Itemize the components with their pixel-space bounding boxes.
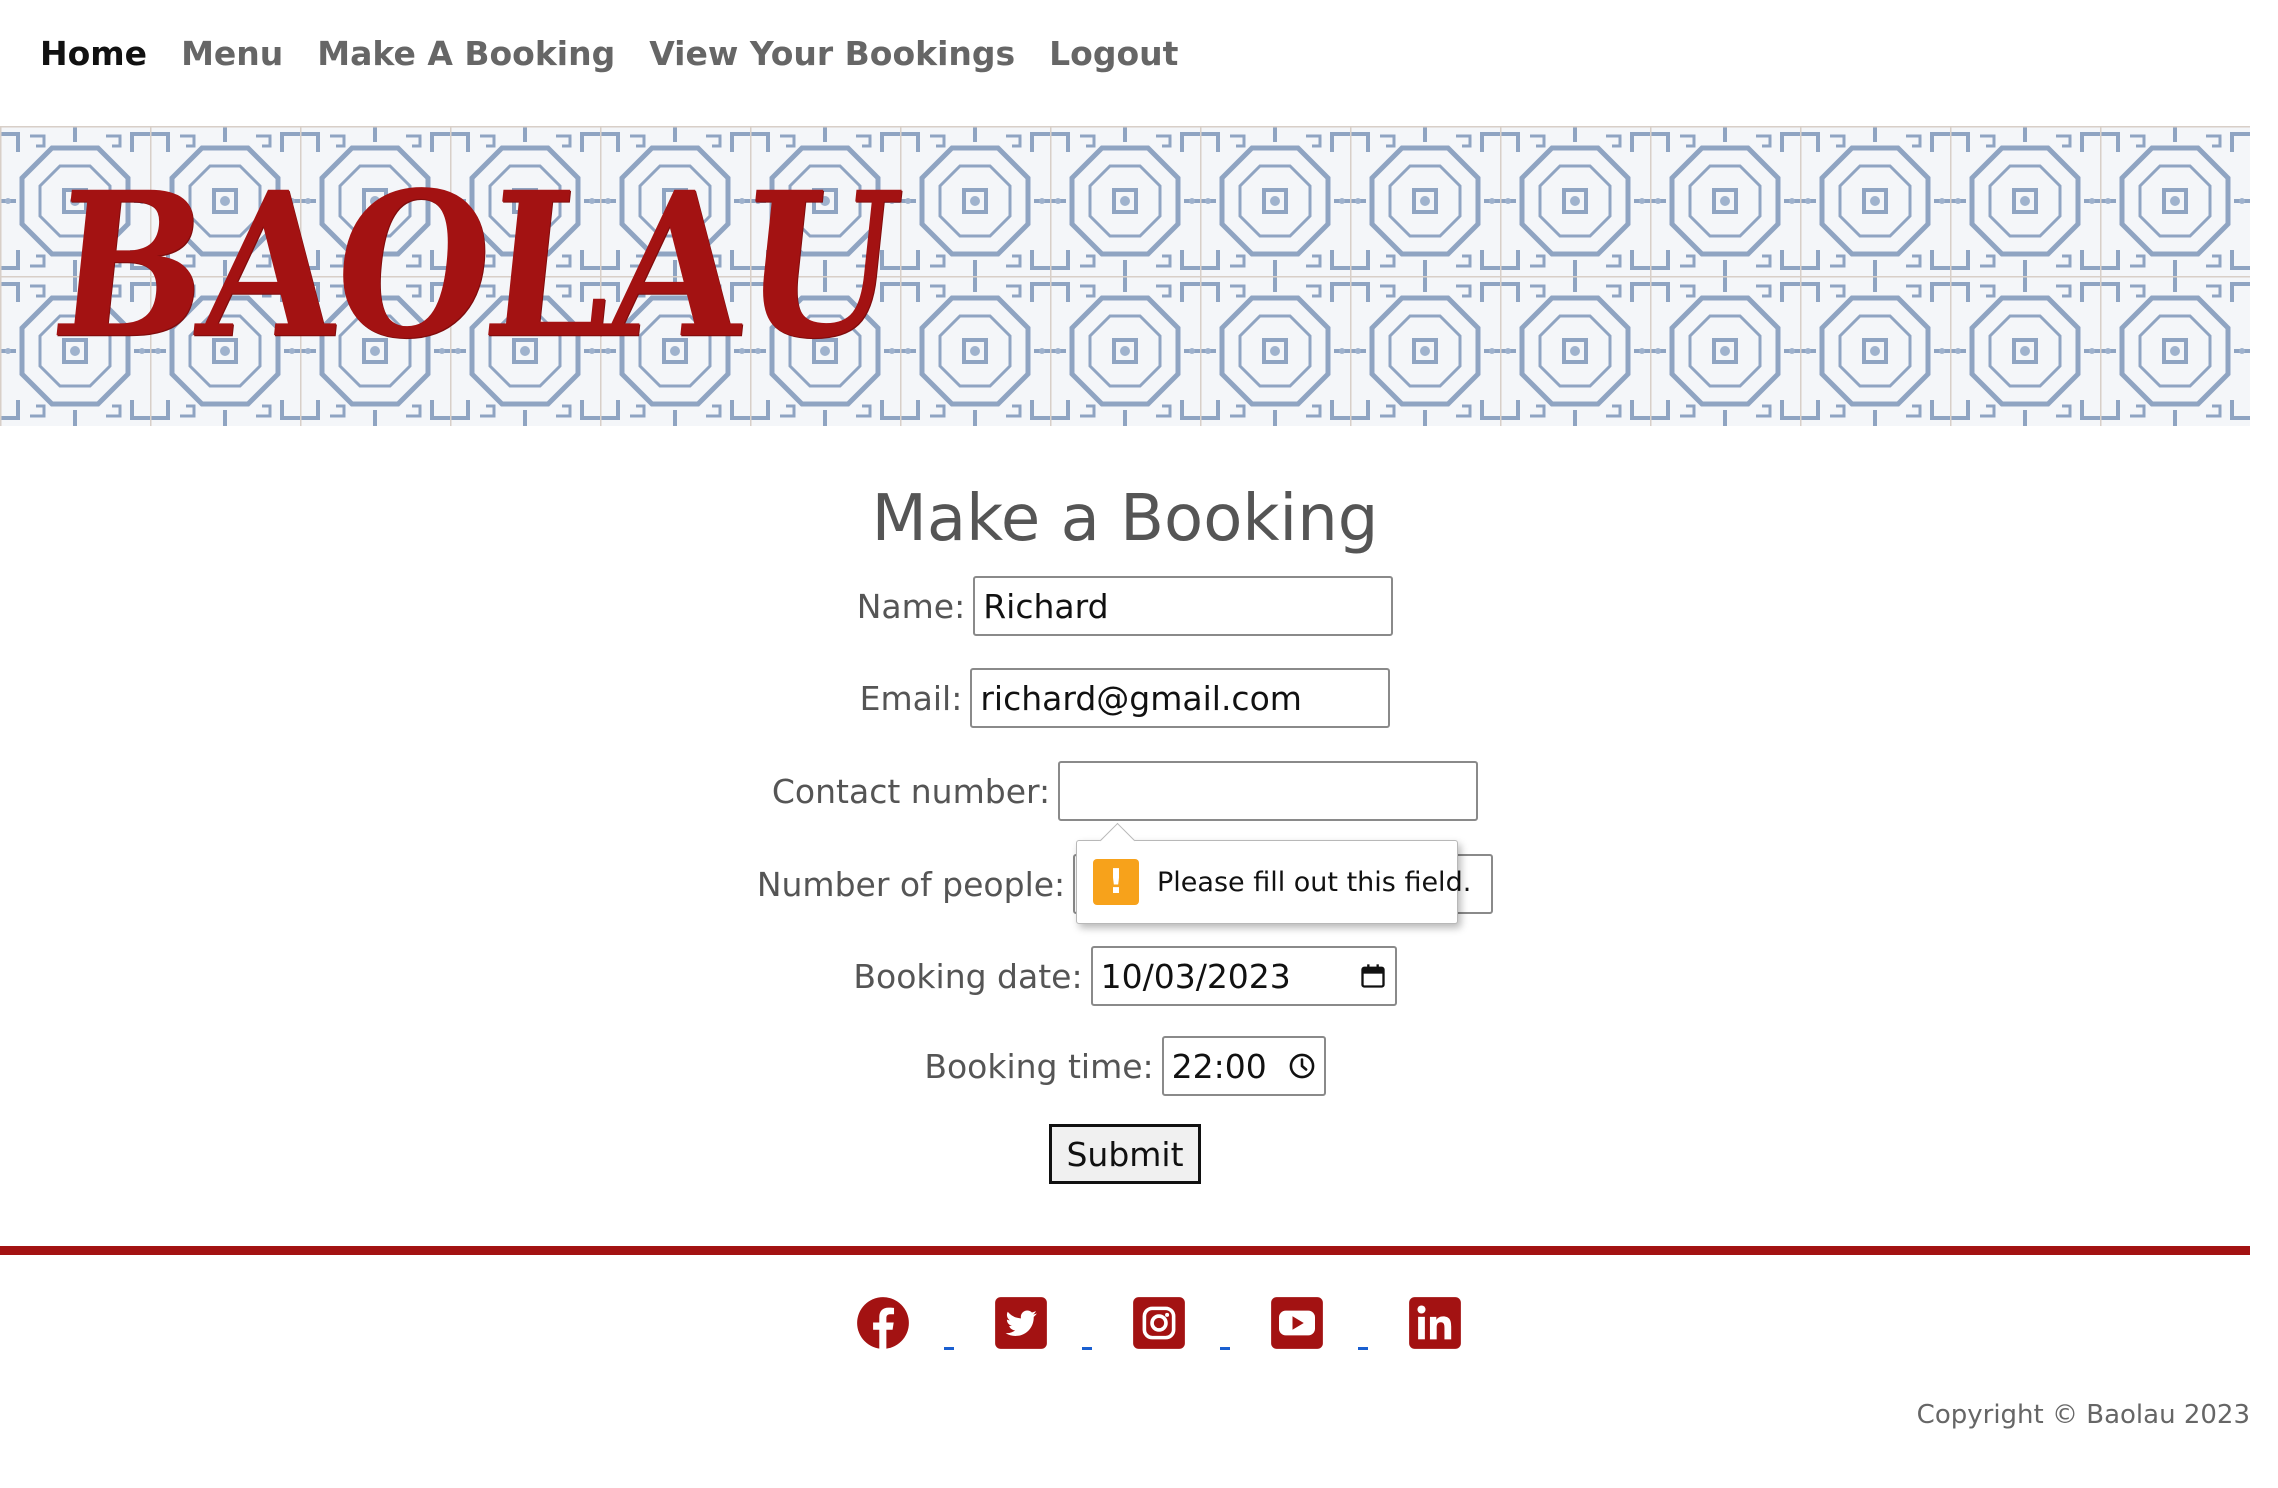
name-row: Name: (0, 576, 2250, 636)
time-label: Booking time: (924, 1046, 1154, 1086)
tooltip-arrow (1099, 822, 1136, 859)
main-nav: Home Menu Make A Booking View Your Booki… (40, 34, 1178, 73)
clock-icon[interactable] (1288, 1052, 1316, 1080)
nav-link-view-bookings[interactable]: View Your Bookings (649, 34, 1015, 73)
nav-link-menu[interactable]: Menu (181, 34, 283, 73)
linkedin-icon (1409, 1297, 1461, 1349)
contact-label: Contact number: (771, 771, 1051, 811)
twitter-link[interactable] (994, 1296, 1048, 1350)
nav-link-make-booking[interactable]: Make A Booking (317, 34, 615, 73)
time-row: Booking time: (0, 1036, 2250, 1096)
social-links (856, 1296, 1462, 1350)
nav-link-logout[interactable]: Logout (1049, 34, 1178, 73)
email-field[interactable] (970, 668, 1391, 728)
footer-divider (0, 1246, 2250, 1255)
contact-row: Contact number: (0, 761, 2250, 821)
email-label: Email: (859, 678, 963, 718)
linkedin-link[interactable] (1408, 1296, 1462, 1350)
link-spacer (1186, 1296, 1270, 1350)
email-row: Email: (0, 668, 2250, 728)
calendar-icon[interactable] (1359, 962, 1387, 990)
youtube-link[interactable] (1270, 1296, 1324, 1350)
link-spacer (1048, 1296, 1132, 1350)
site-logo-title: BAOLAU (43, 148, 906, 383)
validation-message: Please fill out this field. (1157, 866, 1472, 898)
twitter-icon (995, 1297, 1047, 1349)
link-spacer (910, 1296, 994, 1350)
submit-row: Submit (0, 1124, 2250, 1184)
date-label: Booking date: (853, 956, 1083, 996)
page: Home Menu Make A Booking View Your Booki… (0, 0, 2278, 1488)
warning-icon: ! (1093, 859, 1139, 905)
submit-button[interactable]: Submit (1049, 1124, 1201, 1184)
date-row: Booking date: (0, 946, 2250, 1006)
name-field[interactable] (973, 576, 1394, 636)
youtube-icon (1271, 1297, 1323, 1349)
contact-number-field[interactable] (1058, 761, 1479, 821)
copyright-text: Copyright © Baolau 2023 (1916, 1400, 2250, 1430)
facebook-icon (857, 1297, 909, 1350)
date-input-wrapper (1090, 946, 1397, 1006)
page-title: Make a Booking (871, 482, 1379, 556)
validation-tooltip: ! Please fill out this field. (1076, 822, 1471, 924)
instagram-link[interactable] (1132, 1296, 1186, 1350)
booking-date-field[interactable] (1090, 946, 1397, 1006)
time-input-wrapper (1161, 1036, 1326, 1096)
facebook-link[interactable] (856, 1296, 910, 1350)
instagram-icon (1133, 1297, 1185, 1349)
name-label: Name: (856, 586, 966, 626)
nav-link-home[interactable]: Home (40, 34, 147, 73)
link-spacer (1324, 1296, 1408, 1350)
hero-banner: BAOLAU (0, 126, 2250, 426)
people-label: Number of people: (756, 864, 1066, 904)
